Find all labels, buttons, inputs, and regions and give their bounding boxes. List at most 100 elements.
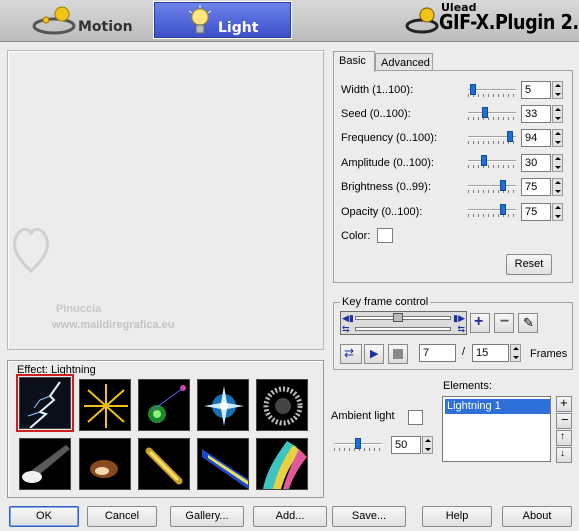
effect-thumb-lightning[interactable] [16, 374, 74, 432]
list-item[interactable]: Lightning 1 [445, 399, 550, 414]
preview-canvas[interactable]: Pinuccia www.maildiregrafica.eu [7, 50, 324, 350]
gallery-button[interactable]: Gallery... [170, 506, 244, 527]
remove-keyframe-button[interactable]: − [494, 313, 514, 333]
edit-keyframe-button[interactable]: ✎ [518, 313, 538, 333]
elements-label: Elements: [443, 380, 492, 392]
color-label: Color: [341, 230, 371, 242]
param-label: Width (1..100): [341, 84, 414, 96]
effect-thumb-rainbow[interactable] [256, 438, 308, 490]
loop-icon: ⇄ [344, 346, 355, 360]
effect-thumb-orange-glow[interactable] [79, 438, 131, 490]
play-icon: ▶ [370, 348, 379, 360]
width-slider[interactable] [468, 83, 516, 97]
slider-thumb[interactable] [500, 204, 506, 215]
minus-icon: − [500, 313, 510, 330]
add-keyframe-button[interactable]: + [470, 313, 490, 333]
tab-basic[interactable]: Basic [333, 51, 375, 72]
timeline-thumb[interactable] [393, 313, 403, 322]
param-label: Seed (0..100): [341, 108, 411, 120]
current-frame-input[interactable]: 7 [419, 344, 456, 362]
reset-button[interactable]: Reset [506, 254, 552, 275]
forward-icon[interactable]: ▮▶ [453, 313, 465, 324]
tab-advanced[interactable]: Advanced [375, 53, 433, 71]
opacity-input[interactable]: 75 [521, 203, 551, 221]
slider-thumb[interactable] [470, 84, 476, 95]
minus-icon: − [561, 412, 569, 427]
keyframe-title: Key frame control [340, 296, 431, 308]
brightness-input[interactable]: 75 [521, 178, 551, 196]
slider-thumb[interactable] [507, 131, 513, 142]
slider-thumb[interactable] [355, 438, 361, 449]
keyframe-timeline[interactable]: ◀▮ ▮▶ ⇆ ⇆ [340, 311, 467, 335]
frequency-input[interactable]: 94 [521, 129, 551, 147]
effect-thumb-comet[interactable] [138, 438, 190, 490]
effect-panel: Effect: Lightning [7, 360, 324, 498]
swap-icon[interactable]: ⇆ [342, 324, 350, 335]
slider-thumb[interactable] [481, 155, 487, 166]
element-up-button[interactable]: ↑ [556, 430, 572, 446]
effect-thumb-starburst[interactable] [197, 379, 249, 431]
watermark-icon [10, 221, 52, 276]
seed-slider[interactable] [468, 106, 516, 120]
cancel-button[interactable]: Cancel [87, 506, 157, 527]
width-spinner[interactable] [552, 81, 563, 99]
range-track [355, 327, 451, 331]
arrow-up-icon: ↑ [560, 431, 565, 442]
effect-title: Effect: Lightning [17, 364, 96, 376]
ulead-logo: Ulead GIF-X.Plugin 2.0 [405, 0, 579, 40]
play-button[interactable]: ▶ [364, 344, 384, 364]
slider-thumb[interactable] [482, 107, 488, 118]
ambient-spinner[interactable] [422, 436, 433, 454]
plus-icon: + [474, 313, 484, 330]
frequency-spinner[interactable] [552, 129, 563, 147]
ambient-slider[interactable] [334, 437, 382, 451]
brightness-slider[interactable] [468, 179, 516, 193]
save-button[interactable]: Save... [332, 506, 406, 527]
elements-list[interactable]: Lightning 1 [442, 396, 551, 462]
slider-thumb[interactable] [500, 180, 506, 191]
effect-thumb-spotlight[interactable] [19, 438, 71, 490]
amplitude-input[interactable]: 30 [521, 154, 551, 172]
brightness-spinner[interactable] [552, 178, 563, 196]
effect-thumb-ring[interactable] [256, 379, 308, 431]
effect-thumb-blue-beam[interactable] [197, 438, 249, 490]
total-frames-spinner[interactable] [510, 344, 521, 362]
width-input[interactable]: 5 [521, 81, 551, 99]
about-button[interactable]: About [502, 506, 572, 527]
stop-button[interactable] [388, 344, 408, 364]
ok-button[interactable]: OK [9, 506, 79, 527]
arrow-down-icon: ↓ [560, 448, 565, 459]
watermark-name: Pinuccia [56, 303, 102, 315]
opacity-spinner[interactable] [552, 203, 563, 221]
amplitude-spinner[interactable] [552, 154, 563, 172]
frequency-slider[interactable] [468, 130, 516, 144]
effect-thumb-green-orb[interactable] [138, 379, 190, 431]
loop-button[interactable]: ⇄ [340, 344, 362, 364]
seed-input[interactable]: 33 [521, 105, 551, 123]
total-frames-input[interactable]: 15 [472, 344, 509, 362]
param-label: Opacity (0..100): [341, 206, 423, 218]
effect-thumb-firework[interactable] [79, 379, 131, 431]
element-add-button[interactable]: + [556, 395, 572, 412]
opacity-slider[interactable] [468, 203, 516, 217]
frame-separator: / [462, 346, 466, 358]
watermark-url: www.maildiregrafica.eu [52, 319, 175, 331]
frames-label: Frames [530, 348, 568, 360]
param-label: Frequency (0..100): [341, 132, 437, 144]
amplitude-slider[interactable] [468, 154, 516, 168]
ambient-input[interactable]: 50 [391, 436, 421, 454]
swap-end-icon[interactable]: ⇆ [457, 324, 465, 335]
element-down-button[interactable]: ↓ [556, 447, 572, 463]
header-bar: Motion Light Ulead GIF-X.Plugin 2.0 [0, 0, 579, 42]
color-swatch[interactable] [377, 228, 393, 243]
ambient-color-swatch[interactable] [408, 410, 423, 425]
tab-motion[interactable]: Motion [28, 1, 150, 39]
element-remove-button[interactable]: − [556, 412, 572, 429]
seed-spinner[interactable] [552, 105, 563, 123]
plugin-window: Motion Light Ulead GIF-X.Plugin 2.0 Pinu… [0, 0, 579, 531]
add-button[interactable]: Add... [253, 506, 327, 527]
tab-light[interactable]: Light [153, 1, 292, 39]
tab-motion-label: Motion [78, 19, 133, 35]
rewind-icon[interactable]: ◀▮ [342, 313, 354, 324]
help-button[interactable]: Help [422, 506, 492, 527]
